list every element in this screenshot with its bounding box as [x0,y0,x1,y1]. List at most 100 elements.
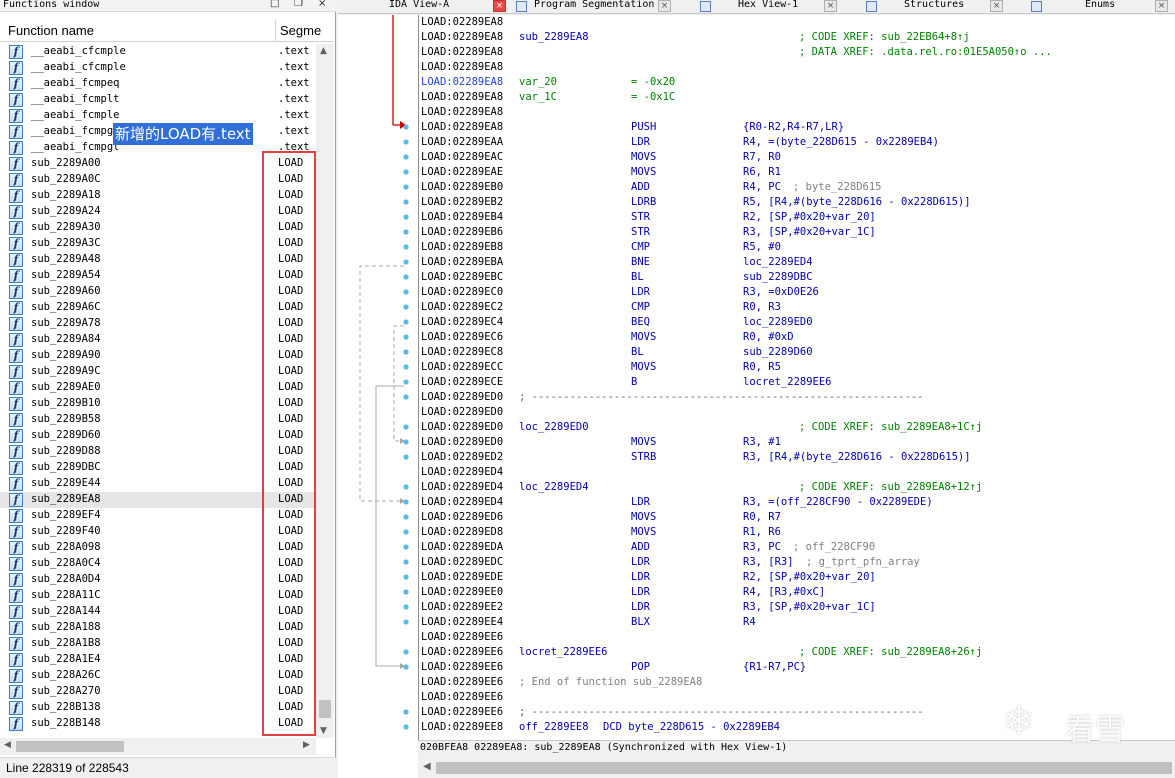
disasm-line[interactable]: LOAD:02289EDA ADD R3, PC ; off_228CF90 [421,540,1171,555]
breakpoint-dot[interactable] [403,214,409,220]
breakpoint-dot[interactable] [403,484,409,490]
disasm-line[interactable]: LOAD:02289EE0 LDR R4, [R3,#0xC] [421,585,1171,600]
disasm-line[interactable]: LOAD:02289EA8 sub_2289EA8 ; CODE XREF: sub… [421,30,1171,45]
scrollbar-thumb[interactable] [319,700,331,718]
breakpoint-dot[interactable] [403,319,409,325]
scrollbar-thumb[interactable] [16,741,124,752]
disasm-line[interactable]: LOAD:02289EE4 BLX R4 [421,615,1171,630]
function-row[interactable]: f __aeabi_cfcmple .text [0,60,316,76]
disasm-line[interactable]: LOAD:02289ECC MOVS R0, R5 [421,360,1171,375]
breakpoint-dot[interactable] [403,379,409,385]
disasm-line[interactable]: LOAD:02289ED0 [421,405,1171,420]
disasm-line[interactable]: LOAD:02289EE6 locret_2289EE6 ; CODE XREF: … [421,645,1171,660]
breakpoint-dot[interactable] [403,514,409,520]
disasm-line[interactable]: LOAD:02289EA8 var_1C = -0x1C [421,90,1171,105]
disasm-line[interactable]: LOAD:02289EA8 [421,105,1171,120]
scrollbar-thumb[interactable] [436,762,1172,774]
breakpoint-dot[interactable] [403,304,409,310]
disasm-line[interactable]: LOAD:02289EB6 STR R3, [SP,#0x20+var_1C] [421,225,1171,240]
column-header-function-name[interactable]: Function name [8,23,94,38]
tab-close-icon[interactable]: × [824,0,837,12]
disasm-line[interactable]: LOAD:02289EAC MOVS R7, R0 [421,150,1171,165]
breakpoint-dot[interactable] [403,574,409,580]
functions-horizontal-scrollbar[interactable]: ◀ ▶ [0,738,316,755]
float-icon[interactable]: ❐ [294,0,303,9]
breakpoint-dot[interactable] [403,589,409,595]
disasm-line[interactable]: LOAD:02289ED0 MOVS R3, #1 [421,435,1171,450]
breakpoint-dot[interactable] [403,604,409,610]
disasm-line[interactable]: LOAD:02289ED0 loc_2289ED0 ; CODE XREF: sub… [421,420,1171,435]
breakpoint-dot[interactable] [403,169,409,175]
breakpoint-dot[interactable] [403,649,409,655]
breakpoint-dot[interactable] [403,454,409,460]
column-separator[interactable] [275,20,276,42]
breakpoint-dot[interactable] [403,349,409,355]
breakpoint-dot[interactable] [403,724,409,730]
breakpoint-dot[interactable] [403,544,409,550]
breakpoint-dot[interactable] [403,124,409,130]
disasm-line[interactable]: LOAD:02289EDC LDR R3, [R3] ; g_tprt_pfn_arr… [421,555,1171,570]
breakpoint-dot[interactable] [403,274,409,280]
breakpoint-dot[interactable] [403,394,409,400]
function-row[interactable]: f __aeabi_fcmplt .text [0,92,316,108]
disasm-line[interactable]: LOAD:02289EA8 [421,60,1171,75]
disasm-line[interactable]: LOAD:02289EAA LDR R4, =(byte_228D615 - 0x2… [421,135,1171,150]
breakpoint-dot[interactable] [403,664,409,670]
disasm-line[interactable]: LOAD:02289EA8 PUSH {R0-R2,R4-R7,LR} [421,120,1171,135]
disasm-line[interactable]: LOAD:02289EC8 BL sub_2289D60 [421,345,1171,360]
disassembly-view[interactable]: LOAD:02289EA8 LOAD:02289EA8 sub_2289EA8 ; C… [418,15,1175,740]
disasm-line[interactable]: LOAD:02289EC6 MOVS R0, #0xD [421,330,1171,345]
disasm-line[interactable]: LOAD:02289EBA BNE loc_2289ED4 [421,255,1171,270]
disasm-line[interactable]: LOAD:02289ED6 MOVS R0, R7 [421,510,1171,525]
disasm-line[interactable]: LOAD:02289EB2 LDRB R5, [R4,#(byte_228D616 … [421,195,1171,210]
breakpoint-dot[interactable] [403,244,409,250]
disasm-line[interactable]: LOAD:02289ED0 ; -------------------------… [421,390,1171,405]
tab-close-icon[interactable]: × [990,0,1003,12]
breakpoint-dot[interactable] [403,529,409,535]
breakpoint-dot[interactable] [403,439,409,445]
disasm-line[interactable]: LOAD:02289ED4 [421,465,1171,480]
breakpoint-dot[interactable] [403,709,409,715]
disasm-line[interactable]: LOAD:02289EC2 CMP R0, R3 [421,300,1171,315]
tab-close-icon[interactable]: × [1155,0,1168,12]
disassembly-horizontal-scrollbar[interactable]: ◀ [418,758,1175,778]
functions-vertical-scrollbar[interactable]: ▲ ▼ [316,44,334,738]
tab-close-icon[interactable]: × [658,0,671,12]
breakpoint-dot[interactable] [403,229,409,235]
breakpoint-dot[interactable] [403,334,409,340]
scroll-left-icon[interactable]: ◀ [423,761,431,772]
close-icon[interactable]: × [318,0,326,9]
breakpoint-dot[interactable] [403,499,409,505]
disasm-line[interactable]: LOAD:02289EE2 LDR R3, [SP,#0x20+var_1C] [421,600,1171,615]
breakpoint-dot[interactable] [403,199,409,205]
function-row[interactable]: f __aeabi_fcmple .text [0,108,316,124]
disasm-line[interactable]: LOAD:02289EE6 [421,630,1171,645]
disasm-line[interactable]: LOAD:02289EA8 ; DATA XREF: .data.rel.ro:0… [421,45,1171,60]
disasm-line[interactable]: LOAD:02289EB0 ADD R4, PC ; byte_228D615 [421,180,1171,195]
disasm-line[interactable]: LOAD:02289EB8 CMP R5, #0 [421,240,1171,255]
disasm-line[interactable]: LOAD:02289EBC BL sub_2289DBC [421,270,1171,285]
disasm-line[interactable]: LOAD:02289EE6 POP {R1-R7,PC} [421,660,1171,675]
disasm-line[interactable]: LOAD:02289EA8 [421,15,1171,30]
breakpoint-dot[interactable] [403,259,409,265]
disasm-line[interactable]: LOAD:02289EAE MOVS R6, R1 [421,165,1171,180]
disasm-line[interactable]: LOAD:02289EC4 BEQ loc_2289ED0 [421,315,1171,330]
disasm-line[interactable]: LOAD:02289EA8 var_20 = -0x20 [421,75,1171,90]
function-row[interactable]: f __aeabi_fcmpeq .text [0,76,316,92]
scroll-down-icon[interactable]: ▼ [320,726,327,736]
breakpoint-dot[interactable] [403,289,409,295]
disasm-line[interactable]: LOAD:02289ECE Blocret_2289EE6 [421,375,1171,390]
disasm-line[interactable]: LOAD:02289EE6 ; End of function sub_2289E… [421,675,1171,690]
disasm-line[interactable]: LOAD:02289EC0 LDR R3, =0xD0E26 [421,285,1171,300]
breakpoint-dot[interactable] [403,559,409,565]
function-row[interactable]: f __aeabi_cfcmple .text [0,44,316,60]
scroll-right-icon[interactable]: ▶ [303,740,310,750]
disasm-line[interactable]: LOAD:02289ED2 STRB R3, [R4,#(byte_228D616 … [421,450,1171,465]
disasm-line[interactable]: LOAD:02289ED8 MOVS R1, R6 [421,525,1171,540]
tab-close-icon[interactable]: × [493,0,506,12]
breakpoint-dot[interactable] [403,184,409,190]
breakpoint-dot[interactable] [403,154,409,160]
breakpoint-dot[interactable] [403,424,409,430]
breakpoint-dot[interactable] [403,364,409,370]
disasm-line[interactable]: LOAD:02289ED4 LDR R3, =(off_228CF90 - 0x22… [421,495,1171,510]
